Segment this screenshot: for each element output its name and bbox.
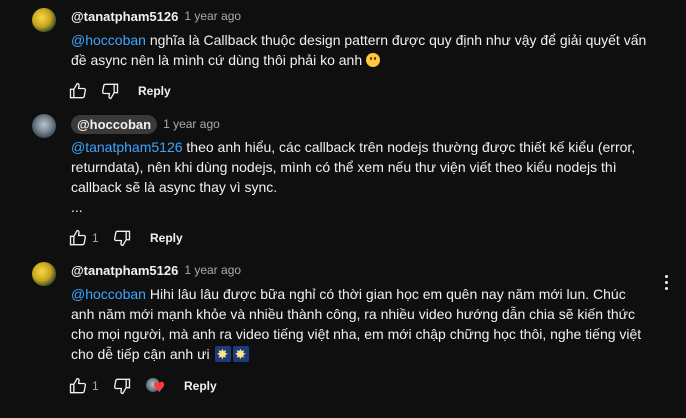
- comment-text: @hoccoban nghĩa là Callback thuộc design…: [71, 32, 647, 68]
- thumbs-down-icon: [113, 378, 131, 395]
- comment-actions: 1 ♥ Reply: [66, 374, 217, 398]
- reply-button[interactable]: Reply: [138, 84, 171, 98]
- fireworks-emoji-icon: [215, 345, 232, 365]
- thumbs-up-icon: [69, 229, 87, 246]
- mention-link[interactable]: @hoccoban: [71, 32, 146, 48]
- avatar[interactable]: [32, 114, 56, 138]
- mention-link[interactable]: @tanatpham5126: [71, 139, 183, 155]
- like-button[interactable]: [66, 374, 90, 398]
- smiley-emoji-icon: [366, 53, 381, 67]
- reply-button[interactable]: Reply: [150, 231, 183, 245]
- like-button[interactable]: [66, 226, 90, 250]
- heart-icon: ♥: [153, 380, 166, 396]
- like-count: 1: [92, 379, 99, 393]
- dislike-button[interactable]: [98, 79, 122, 103]
- thumbs-up-icon: [69, 377, 87, 394]
- comment-text: @tanatpham5126 theo anh hiểu, các callba…: [71, 137, 661, 217]
- comment-actions: 1 Reply: [66, 226, 183, 250]
- thumbs-up-icon: [69, 82, 87, 99]
- mention-link[interactable]: @hoccoban: [71, 286, 146, 302]
- reply-button[interactable]: Reply: [184, 379, 217, 393]
- comment-header: @tanatpham5126 1 year ago: [71, 260, 241, 280]
- like-count: 1: [92, 231, 99, 245]
- more-actions-button[interactable]: [660, 270, 672, 294]
- dislike-button[interactable]: [110, 374, 134, 398]
- author-handle[interactable]: @hoccoban: [71, 114, 158, 134]
- comment-actions: Reply: [66, 79, 171, 103]
- comment-time[interactable]: 1 year ago: [163, 117, 220, 131]
- like-button[interactable]: [66, 79, 90, 103]
- comment-text: @hoccoban Hihi lâu lâu được bữa nghỉ có …: [71, 284, 661, 365]
- avatar[interactable]: [32, 8, 56, 32]
- thumbs-down-icon: [101, 83, 119, 100]
- creator-heart-icon: ♥: [144, 374, 168, 398]
- comment-header: @tanatpham5126 1 year ago: [71, 6, 241, 26]
- comment-time[interactable]: 1 year ago: [184, 263, 241, 277]
- dislike-button[interactable]: [110, 226, 134, 250]
- comment-header: @hoccoban 1 year ago: [71, 114, 220, 134]
- avatar[interactable]: [32, 262, 56, 286]
- thumbs-down-icon: [113, 230, 131, 247]
- comment-time[interactable]: 1 year ago: [184, 9, 241, 23]
- fireworks-emoji-icon: [233, 345, 250, 365]
- author-handle[interactable]: @tanatpham5126: [71, 9, 178, 24]
- author-handle[interactable]: @tanatpham5126: [71, 263, 178, 278]
- read-more[interactable]: ...: [71, 197, 661, 217]
- more-vert-icon: [664, 274, 668, 278]
